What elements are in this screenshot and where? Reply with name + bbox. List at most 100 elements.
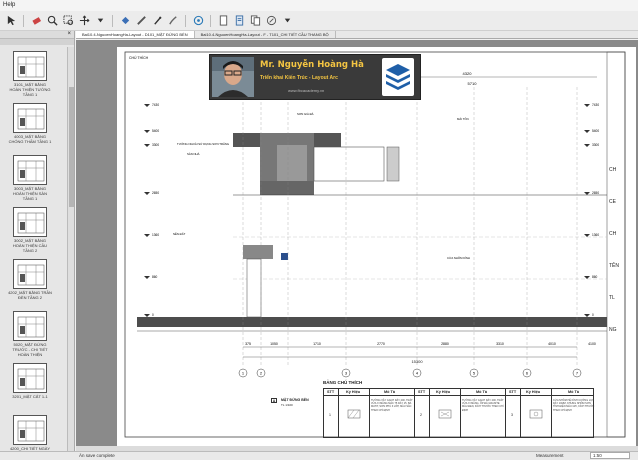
title-block-label: TL — [609, 295, 615, 301]
header-stt: STT — [418, 390, 426, 394]
status-bar: Ăn save complete Measurement 1:50 — [0, 451, 638, 460]
sidebar-scrollbar[interactable] — [67, 47, 74, 451]
tab-document-2[interactable]: Bai10.4-NguoenHoangHa-Layout - F - T101_… — [195, 31, 336, 38]
header-desc: Mô Tả — [568, 390, 579, 394]
legend-header-row: STT Ký Hiệu Mô Tả STT Ký Hiệu Mô Tả STT … — [324, 389, 593, 396]
level-label: 5400 — [152, 129, 159, 133]
page-thumbnail[interactable]: 4003_MẶT BẰNG CHỐNG THẤM TẦNG 1 — [8, 103, 52, 144]
author-subtitle: Triển khai Kiến Trúc - Layout Arc — [260, 75, 338, 81]
document-icon[interactable] — [232, 14, 246, 28]
menu-bar: Help — [0, 0, 638, 11]
toolbar-separator — [185, 14, 186, 27]
dimension-label: 1710 — [313, 342, 321, 346]
level-label: 7430 — [152, 103, 159, 107]
select-arrow-icon[interactable] — [4, 14, 18, 28]
title-block-label: TÊN — [609, 263, 619, 269]
zoom-window-icon[interactable] — [61, 14, 75, 28]
brush-icon[interactable] — [166, 14, 180, 28]
stair-window — [277, 145, 307, 181]
close-icon[interactable]: × — [67, 31, 71, 37]
legend-title: BẢNG CHÚ THÍCH — [323, 380, 363, 385]
divider — [520, 389, 521, 437]
page-icon[interactable] — [216, 14, 230, 28]
level-marker — [584, 144, 590, 147]
document-tabs: Bai10.4-NguoenHoangHa-Layout - D101_MẶT … — [76, 31, 638, 39]
annotation-tag: CỬA NHÔM KÍNH — [447, 255, 470, 260]
annotation-tag: NỀN ĐẤT — [173, 231, 186, 236]
divider — [338, 389, 339, 437]
paint-bucket-icon[interactable] — [118, 14, 132, 28]
level-label: 3300 — [592, 143, 599, 147]
dimension-label: 4010 — [548, 342, 556, 346]
annotation-tag: MÁI TÔN — [457, 116, 469, 121]
thumbnail-image — [13, 363, 47, 393]
level-marker — [584, 234, 590, 237]
building-elevation — [137, 133, 607, 332]
page-thumbnail[interactable]: 5020_MẶT ĐỨNG TRƯỚC - CHI TIẾT HOÀN THIỆ… — [8, 311, 52, 357]
divider — [505, 389, 506, 437]
eraser-icon[interactable] — [29, 14, 43, 28]
header-stt: STT — [327, 390, 335, 394]
thumbnail-image — [13, 259, 47, 289]
level-marker — [144, 130, 150, 133]
pages-sidebar: × 3101_MẶT BẰNG HOÀN THIỆN TƯỜNG TẦNG 1 4… — [0, 31, 75, 451]
title-block-label: CE — [609, 199, 616, 205]
thumbnail-caption: 4003_MẶT BẰNG CHỐNG THẤM TẦNG 1 — [8, 134, 52, 144]
author-photo — [212, 57, 254, 97]
level-label: 7430 — [592, 103, 599, 107]
level-marker — [144, 144, 150, 147]
dimension-label: 2880 — [441, 342, 449, 346]
side-door — [386, 146, 400, 182]
row-stt: 2 — [420, 413, 422, 417]
title-block-label: CH — [609, 231, 617, 237]
page-thumbnail[interactable]: 3003_MẶT BẰNG HOÀN THIỆN SÀN TẦNG 1 — [8, 155, 52, 201]
level-marker — [144, 276, 150, 279]
row-stt: 1 — [329, 413, 331, 417]
axis-bubble: 2 — [256, 368, 266, 378]
pencil-icon[interactable] — [134, 14, 148, 28]
scrollbar-thumb[interactable] — [69, 87, 74, 207]
page-thumbnail[interactable]: 3201_MẶT CẮT 1-1 — [8, 363, 52, 399]
dropdown-icon[interactable] — [280, 14, 294, 28]
row-description: TƯỜNG XÂY GẠCH DÀY 200, TRÁT VỮA XI MĂNG… — [371, 399, 413, 412]
tab-document-1[interactable]: Bai10.4-NguoenHoangHa-Layout - D101_MẶT … — [76, 31, 195, 38]
page-thumbnail[interactable]: 4202_MẶT BẰNG TRẦN ĐÈN TẦNG 2 — [8, 259, 52, 300]
pan-icon[interactable] — [77, 14, 91, 28]
divider — [369, 389, 370, 437]
axis-bubble: 5 — [469, 368, 479, 378]
divider — [429, 389, 430, 437]
level-marker — [144, 192, 150, 195]
divider — [460, 389, 461, 437]
toolbar-separator — [210, 14, 211, 27]
view-title: A MẶT ĐỨNG BỂN TL 1/100 — [271, 398, 323, 418]
zoom-icon[interactable] — [45, 14, 59, 28]
thumbnail-image — [13, 311, 47, 341]
pen-icon[interactable] — [150, 14, 164, 28]
header-symbol: Ký Hiệu — [436, 390, 451, 394]
target-icon[interactable] — [191, 14, 205, 28]
author-website: www.fbcacademy.vn — [288, 88, 325, 93]
dropdown-icon[interactable] — [93, 14, 107, 28]
dimension-label: 3310 — [496, 342, 504, 346]
page-thumbnail[interactable]: 3101_MẶT BẰNG HOÀN THIỆN TƯỜNG TẦNG 1 — [8, 51, 52, 97]
thumbnail-image — [13, 415, 47, 445]
page-thumbnail[interactable]: 4200_CHI TIẾT NGÀY CỬA — [8, 415, 52, 451]
dimension-label: 1050 — [270, 342, 278, 346]
dimension-label: 375 — [245, 342, 251, 346]
level-marker — [584, 130, 590, 133]
top-dim-2: 5710 — [468, 81, 478, 86]
level-marker — [584, 276, 590, 279]
thumbnail-caption: 3002_MẶT BẰNG HOÀN THIỆN CẦU TẦNG 2 — [12, 238, 48, 253]
menu-help[interactable]: Help — [3, 2, 15, 8]
blue-panel — [281, 253, 288, 260]
page-thumbnail[interactable]: 3002_MẶT BẰNG HOÀN THIỆN CẦU TẦNG 2 — [8, 207, 52, 253]
copy-icon[interactable] — [248, 14, 262, 28]
header-symbol: Ký Hiệu — [346, 390, 361, 394]
link-icon[interactable] — [264, 14, 278, 28]
drawing-canvas[interactable]: 7430 7430 5400 5400 3300 3300 2650 2650 1360 1360… — [76, 40, 638, 451]
title-block — [606, 51, 626, 438]
measurement-input[interactable]: 1:50 — [590, 452, 630, 459]
thumbnail-caption: 4202_MẶT BẰNG TRẦN ĐÈN TẦNG 2 — [8, 290, 52, 300]
legend-table: BẢNG CHÚ THÍCH STT Ký Hiệu Mô Tả STT Ký … — [323, 380, 594, 438]
dimension-label: 2770 — [377, 342, 385, 346]
